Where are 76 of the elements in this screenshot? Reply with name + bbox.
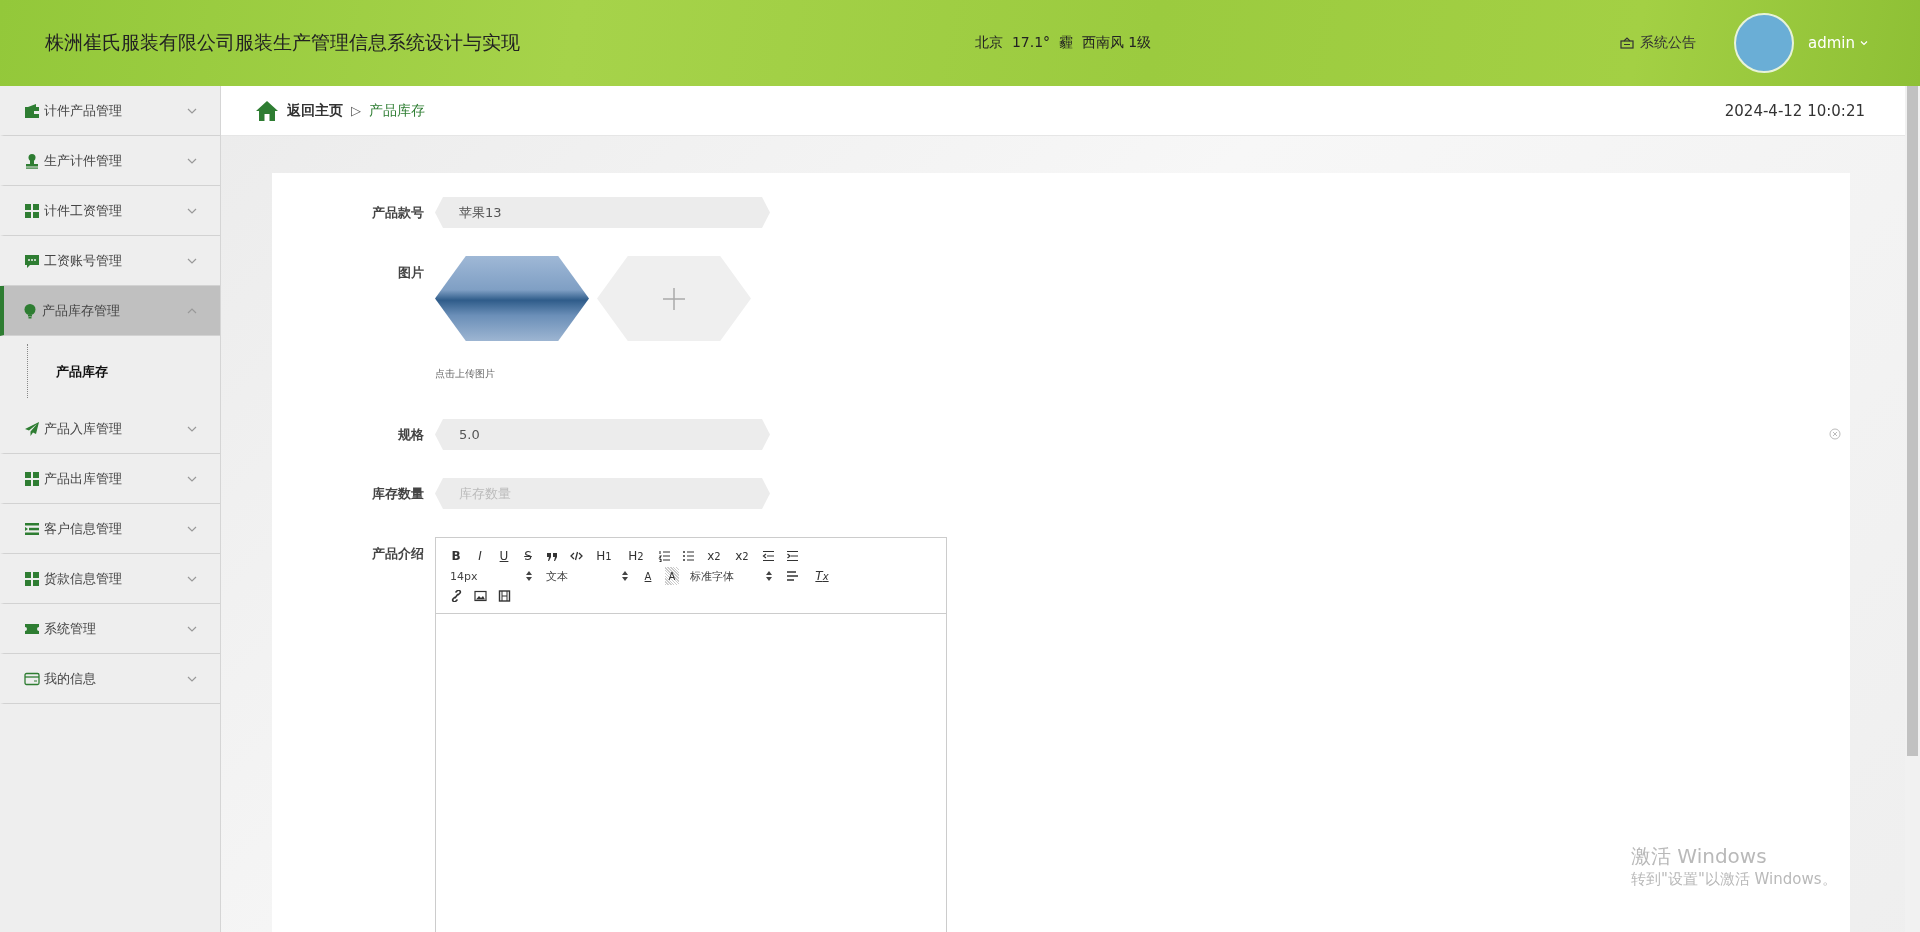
menu-item[interactable]: 系统管理 xyxy=(0,604,220,654)
bold-button[interactable]: B xyxy=(444,547,468,565)
italic-button[interactable]: I xyxy=(468,547,492,565)
wallet-icon xyxy=(24,102,40,119)
field-label: 产品介绍 xyxy=(371,545,425,563)
toolbar-select[interactable]: 14px xyxy=(444,567,540,585)
grid-icon xyxy=(24,570,40,587)
home-link[interactable]: 返回主页 xyxy=(287,101,343,120)
chevron-icon xyxy=(186,306,198,315)
background-button[interactable]: A xyxy=(665,567,679,585)
chevron-icon xyxy=(186,574,198,583)
sort-icon xyxy=(526,571,532,581)
image-icon xyxy=(473,590,487,602)
caret-icon xyxy=(1860,40,1868,46)
plane-icon xyxy=(24,420,40,437)
menu-item[interactable]: 产品库存管理 xyxy=(0,286,220,336)
link-icon xyxy=(449,590,463,602)
chevron-icon xyxy=(186,106,198,115)
sort-icon xyxy=(766,571,772,581)
menu-item[interactable]: 计件工资管理 xyxy=(0,186,220,236)
code-icon xyxy=(569,550,583,562)
chevron-icon xyxy=(186,256,198,265)
quote-icon xyxy=(545,550,559,562)
bulb-icon xyxy=(22,302,38,319)
list-icon xyxy=(24,520,40,537)
spec-field[interactable]: 5.0 xyxy=(435,419,770,450)
outdent-icon xyxy=(761,550,775,562)
weather-text: 北京 17.1° 霾 西南风 1级 xyxy=(975,34,1152,52)
chevron-icon xyxy=(186,674,198,683)
color-button[interactable]: A xyxy=(636,567,660,585)
menu-item[interactable]: 产品入库管理 xyxy=(0,404,220,454)
chevron-icon xyxy=(186,474,198,483)
field-label: 图片 xyxy=(397,264,425,282)
menu-item[interactable]: 货款信息管理 xyxy=(0,554,220,604)
notice-link[interactable]: 系统公告 xyxy=(1620,34,1696,52)
menu-item[interactable]: 客户信息管理 xyxy=(0,504,220,554)
submenu-item[interactable]: 产品库存 xyxy=(56,361,108,381)
toolbar-select[interactable]: 标准字体 xyxy=(684,567,780,585)
indent-icon xyxy=(785,550,799,562)
chevron-icon xyxy=(186,424,198,433)
scrollbar[interactable] xyxy=(1905,86,1920,932)
breadcrumb-separator: ▷ xyxy=(351,103,361,118)
field-label: 产品款号 xyxy=(371,203,425,222)
card-icon xyxy=(24,670,40,687)
sort-icon xyxy=(622,571,628,581)
menu-item[interactable]: 生产计件管理 xyxy=(0,136,220,186)
home-icon xyxy=(255,99,279,122)
menu-item[interactable]: 产品出库管理 xyxy=(0,454,220,504)
chevron-icon xyxy=(186,524,198,533)
chevron-icon xyxy=(186,206,198,215)
notice-icon xyxy=(1620,37,1634,49)
plus-icon xyxy=(662,286,686,311)
stamp-icon xyxy=(24,152,40,169)
field-label: 规格 xyxy=(397,425,425,444)
activation-title: 激活 Windows xyxy=(1631,843,1768,870)
ol-icon xyxy=(657,550,671,562)
menu-item[interactable]: 我的信息 xyxy=(0,654,220,704)
toolbar-select[interactable]: 文本 xyxy=(540,567,636,585)
activation-text: 转到"设置"以激活 Windows。 xyxy=(1631,870,1837,889)
ul-icon xyxy=(681,550,695,562)
field-label: 库存数量 xyxy=(371,484,425,503)
grid-icon xyxy=(24,470,40,487)
align-icon xyxy=(785,570,799,582)
chevron-icon xyxy=(186,156,198,165)
chevron-icon xyxy=(186,624,198,633)
underline-button[interactable]: U xyxy=(492,547,516,565)
chat-icon xyxy=(24,252,40,269)
datetime-text: 2024-4-12 10:0:21 xyxy=(1724,101,1865,120)
menu-item[interactable]: 计件产品管理 xyxy=(0,86,220,136)
product-no-field[interactable]: 苹果13 xyxy=(435,197,770,228)
strike-button[interactable]: S xyxy=(516,547,540,565)
breadcrumb-current: 产品库存 xyxy=(369,101,425,120)
app-title: 株洲崔氏服装有限公司服装生产管理信息系统设计与实现 xyxy=(45,30,521,55)
grid-icon xyxy=(24,202,40,219)
upload-hint: 点击上传图片 xyxy=(435,367,496,381)
video-icon xyxy=(497,590,511,602)
